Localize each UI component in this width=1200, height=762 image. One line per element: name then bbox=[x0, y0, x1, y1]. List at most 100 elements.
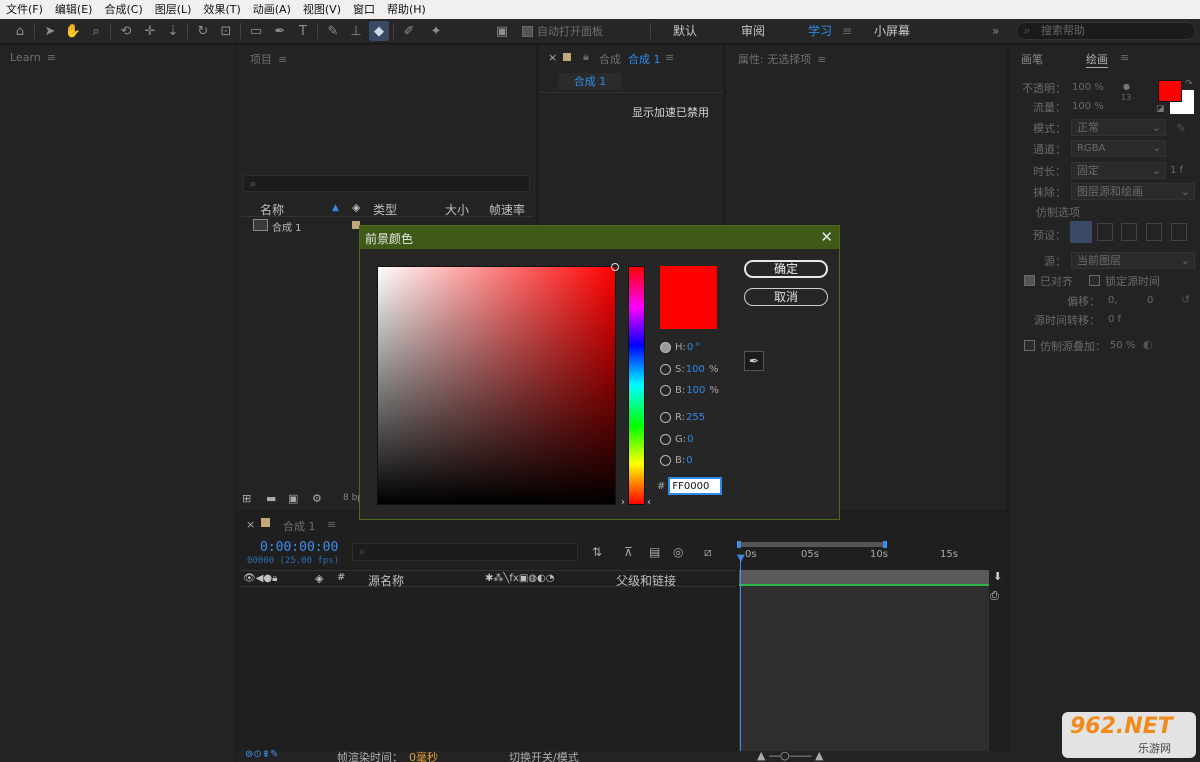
work-area-start[interactable] bbox=[737, 541, 741, 548]
green-radio[interactable] bbox=[660, 433, 671, 445]
brightness-radio[interactable] bbox=[660, 384, 671, 396]
pen-tool-icon[interactable]: ✒ bbox=[270, 21, 290, 41]
brightness-value[interactable]: 100 bbox=[686, 385, 705, 396]
brush-tip-icon[interactable]: ✎ bbox=[1176, 121, 1186, 135]
hue-radio[interactable] bbox=[660, 341, 671, 353]
duration-frames[interactable]: 1 f bbox=[1170, 165, 1183, 176]
render-icons[interactable]: ⊚⊙⇟✎ bbox=[245, 749, 279, 760]
clone-preset-3-icon[interactable] bbox=[1121, 223, 1137, 241]
tab-paint[interactable]: 绘画 bbox=[1086, 51, 1108, 68]
roto-brush-icon[interactable]: ✐ bbox=[399, 21, 419, 41]
hue-slider-right-arrow[interactable]: ‹ bbox=[647, 497, 651, 508]
erase-select[interactable]: 图层源和绘画 ⌄ bbox=[1071, 183, 1195, 200]
lock-source-time-checkbox[interactable] bbox=[1089, 275, 1100, 286]
time-ruler[interactable]: 0s 05s 10s 15s bbox=[737, 540, 989, 570]
mode-select[interactable]: 正常 ⌄ bbox=[1071, 119, 1166, 136]
saturation-row[interactable]: S: 100 % bbox=[660, 362, 718, 376]
brightness-row[interactable]: B: 100 % bbox=[660, 383, 719, 397]
type-tool-icon[interactable]: T bbox=[293, 21, 313, 41]
workspace-menu-icon[interactable]: ≡ bbox=[842, 19, 852, 44]
column-name[interactable]: 名称 bbox=[260, 201, 284, 218]
new-composition-icon[interactable]: ▣ bbox=[288, 492, 298, 505]
panel-menu-icon[interactable]: ≡ bbox=[817, 53, 826, 66]
comp-button-icon[interactable]: ⎙ bbox=[990, 589, 999, 603]
work-area-bar[interactable] bbox=[739, 542, 887, 547]
panel-menu-icon[interactable]: ≡ bbox=[1120, 51, 1129, 64]
zoom-slider[interactable]: ▲ ―○―― ▲ bbox=[757, 749, 824, 762]
ok-button[interactable]: 确定 bbox=[744, 260, 828, 278]
saturation-radio[interactable] bbox=[660, 363, 671, 375]
home-icon[interactable]: ⌂ bbox=[10, 21, 30, 41]
comp-tab[interactable]: 合成 1 bbox=[558, 73, 622, 90]
clone-overlay-checkbox[interactable] bbox=[1024, 340, 1035, 351]
brush-tool-icon[interactable]: ✎ bbox=[323, 21, 343, 41]
timeline-track-area[interactable] bbox=[739, 586, 989, 751]
hue-slider[interactable] bbox=[628, 266, 645, 505]
work-area-end[interactable] bbox=[883, 541, 887, 548]
lock-icon[interactable]: 🔒︎ bbox=[583, 50, 589, 64]
channels-select[interactable]: RGBA ⌄ bbox=[1071, 140, 1166, 157]
panel-menu-icon[interactable]: ≡ bbox=[665, 51, 674, 64]
swap-colors-icon[interactable]: ↷ bbox=[1185, 79, 1193, 89]
dolly-camera-icon[interactable]: ⇣ bbox=[163, 21, 183, 41]
puppet-pin-icon[interactable]: ✦ bbox=[426, 21, 446, 41]
tab-brushes[interactable]: 画笔 bbox=[1021, 51, 1043, 67]
sort-ascending-icon[interactable]: ▲ bbox=[332, 203, 339, 213]
clone-preset-4-icon[interactable] bbox=[1146, 223, 1162, 241]
close-icon[interactable]: × bbox=[548, 51, 557, 64]
orbit-camera-icon[interactable]: ⟲ bbox=[116, 21, 136, 41]
panel-menu-icon[interactable]: ≡ bbox=[47, 51, 56, 64]
panel-menu-icon[interactable]: ≡ bbox=[327, 518, 336, 531]
label-tag-icon[interactable]: ◈ bbox=[315, 572, 323, 585]
comp-marker-icon[interactable]: ⬇ bbox=[993, 570, 1002, 583]
rectangle-tool-icon[interactable]: ▭ bbox=[246, 21, 266, 41]
aligned-checkbox[interactable] bbox=[1024, 275, 1035, 286]
clone-preset-5-icon[interactable] bbox=[1171, 223, 1187, 241]
workspace-learn[interactable]: 学习 bbox=[808, 19, 832, 44]
interpret-footage-icon[interactable]: ⊞ bbox=[242, 492, 251, 505]
zoom-tool-icon[interactable]: ⌕ bbox=[86, 21, 106, 41]
menu-view[interactable]: 视图(V) bbox=[297, 0, 347, 19]
panel-menu-icon[interactable]: ≡ bbox=[278, 53, 287, 66]
green-row[interactable]: G: 0 bbox=[660, 432, 694, 446]
toggle-switches-modes[interactable]: 切换开关/模式 bbox=[509, 749, 579, 762]
auto-open-checkbox[interactable] bbox=[522, 26, 533, 37]
timeline-tab-label[interactable]: 合成 1 bbox=[283, 518, 316, 534]
menu-edit[interactable]: 编辑(E) bbox=[49, 0, 99, 19]
duration-select[interactable]: 固定 ⌄ bbox=[1071, 162, 1166, 179]
menu-composition[interactable]: 合成(C) bbox=[98, 0, 148, 19]
hue-slider-left-arrow[interactable]: › bbox=[621, 497, 625, 508]
clone-preset-1-icon[interactable] bbox=[1070, 221, 1092, 243]
default-colors-icon[interactable]: ◪ bbox=[1156, 104, 1165, 114]
column-size[interactable]: 大小 bbox=[445, 201, 469, 218]
comp-mini-flowchart-icon[interactable]: ⇅ bbox=[592, 545, 602, 559]
playhead-handle-icon[interactable]: ▼ bbox=[737, 553, 745, 564]
saturation-brightness-field[interactable] bbox=[377, 263, 619, 505]
hue-value[interactable]: 0 bbox=[687, 342, 693, 353]
anchor-tool-icon[interactable]: ⊡ bbox=[216, 21, 236, 41]
foreground-color-swatch[interactable] bbox=[1158, 80, 1182, 102]
panel-icon[interactable]: ▣ bbox=[492, 21, 512, 41]
opacity-value[interactable]: 100 % bbox=[1072, 82, 1104, 93]
column-type[interactable]: 类型 bbox=[373, 201, 397, 218]
menu-help[interactable]: 帮助(H) bbox=[381, 0, 432, 19]
blue-row[interactable]: B: 0 bbox=[660, 453, 693, 467]
menu-window[interactable]: 窗口 bbox=[347, 0, 381, 19]
close-icon[interactable]: × bbox=[246, 518, 255, 531]
shy-layers-icon[interactable]: ▤ bbox=[649, 545, 660, 559]
auto-open-panels[interactable]: 自动打开面板 bbox=[522, 19, 603, 44]
blue-value[interactable]: 0 bbox=[686, 455, 692, 466]
close-icon[interactable]: ✕ bbox=[820, 228, 833, 246]
red-value[interactable]: 255 bbox=[686, 412, 705, 423]
workspace-small-screen[interactable]: 小屏幕 bbox=[874, 19, 910, 44]
menu-file[interactable]: 文件(F) bbox=[0, 0, 49, 19]
cancel-button[interactable]: 取消 bbox=[744, 288, 828, 306]
source-time-shift-value[interactable]: 0 f bbox=[1108, 314, 1121, 325]
column-parent-link[interactable]: 父级和链接 bbox=[616, 572, 676, 589]
difference-mode-icon[interactable]: ◐ bbox=[1143, 338, 1153, 351]
hue-row[interactable]: H: 0 ° bbox=[660, 340, 700, 354]
hex-input[interactable] bbox=[668, 477, 723, 495]
clone-preset-2-icon[interactable] bbox=[1097, 223, 1113, 241]
selection-tool-icon[interactable]: ➤ bbox=[40, 21, 60, 41]
menu-effect[interactable]: 效果(T) bbox=[197, 0, 246, 19]
